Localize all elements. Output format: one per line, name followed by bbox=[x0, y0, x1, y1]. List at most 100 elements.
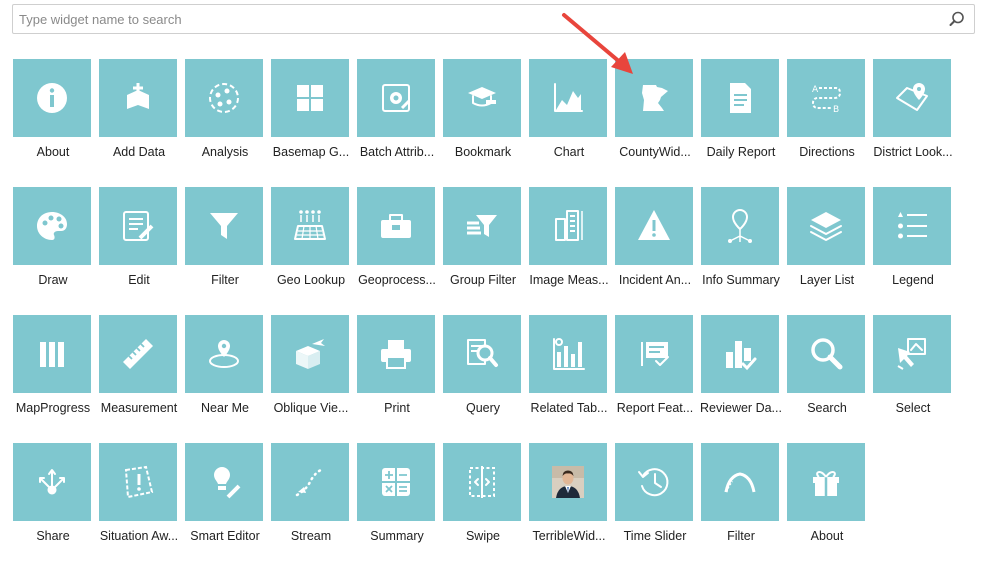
widget-tile-daily-report[interactable]: Daily Report bbox=[701, 59, 781, 181]
basemap-gallery-icon bbox=[297, 85, 323, 111]
widget-icon-box[interactable] bbox=[873, 187, 951, 265]
widget-icon-box[interactable] bbox=[357, 187, 435, 265]
widget-icon-box[interactable] bbox=[873, 315, 951, 393]
widget-tile-info-summary[interactable]: Info Summary bbox=[701, 187, 781, 309]
widget-label: About bbox=[36, 145, 70, 159]
widget-tile-analysis[interactable]: Analysis bbox=[185, 59, 265, 181]
widget-icon-box[interactable] bbox=[271, 59, 349, 137]
widget-tile-layer-list[interactable]: Layer List bbox=[787, 187, 867, 309]
widget-tile-smart-editor[interactable]: Smart Editor bbox=[185, 443, 265, 565]
widget-tile-district-look[interactable]: District Look... bbox=[873, 59, 953, 181]
widget-icon-box[interactable] bbox=[99, 59, 177, 137]
widget-tile-filter[interactable]: Filter bbox=[701, 443, 781, 565]
widget-icon-box[interactable] bbox=[13, 187, 91, 265]
widget-tile-edit[interactable]: Edit bbox=[99, 187, 179, 309]
widget-tile-image-meas[interactable]: Image Meas... bbox=[529, 187, 609, 309]
widget-tile-select[interactable]: Select bbox=[873, 315, 953, 437]
widget-icon-box[interactable] bbox=[529, 187, 607, 265]
widget-tile-mapprogress[interactable]: MapProgress bbox=[13, 315, 93, 437]
calculator-icon bbox=[382, 468, 410, 496]
widget-tile-measurement[interactable]: Measurement bbox=[99, 315, 179, 437]
widget-tile-related-tab[interactable]: Related Tab... bbox=[529, 315, 609, 437]
widget-icon-box[interactable] bbox=[701, 315, 779, 393]
widget-tile-situation-aw[interactable]: Situation Aw... bbox=[99, 443, 179, 565]
widget-tile-basemap-g[interactable]: Basemap G... bbox=[271, 59, 351, 181]
widget-icon-box[interactable] bbox=[701, 443, 779, 521]
widget-icon-box[interactable] bbox=[271, 315, 349, 393]
widget-icon-box[interactable] bbox=[787, 315, 865, 393]
widget-icon-box[interactable] bbox=[615, 59, 693, 137]
widget-icon-box[interactable] bbox=[615, 315, 693, 393]
widget-icon-box[interactable] bbox=[615, 187, 693, 265]
widget-tile-about[interactable]: About bbox=[787, 443, 867, 565]
widget-icon-box[interactable] bbox=[787, 443, 865, 521]
widget-icon-box[interactable] bbox=[357, 315, 435, 393]
widget-tile-reviewer-da[interactable]: Reviewer Da... bbox=[700, 315, 782, 437]
widget-icon-box[interactable] bbox=[185, 443, 263, 521]
widget-icon-box[interactable] bbox=[701, 187, 779, 265]
widget-tile-share[interactable]: Share bbox=[13, 443, 93, 565]
widget-tile-geo-lookup[interactable]: Geo Lookup bbox=[271, 187, 351, 309]
widget-tile-group-filter[interactable]: Group Filter bbox=[443, 187, 523, 309]
search-icon bbox=[811, 338, 843, 370]
widget-tile-chart[interactable]: Chart bbox=[529, 59, 609, 181]
widget-tile-incident-an[interactable]: Incident An... bbox=[615, 187, 695, 309]
widget-tile-report-feat[interactable]: Report Feat... bbox=[615, 315, 695, 437]
widget-tile-geoprocess[interactable]: Geoprocess... bbox=[357, 187, 437, 309]
widget-icon-box[interactable] bbox=[357, 443, 435, 521]
widget-tile-near-me[interactable]: Near Me bbox=[185, 315, 265, 437]
widget-search-input[interactable] bbox=[13, 5, 933, 33]
widget-icon-box[interactable] bbox=[787, 187, 865, 265]
widget-icon-box[interactable] bbox=[13, 315, 91, 393]
widget-tile-about[interactable]: About bbox=[13, 59, 93, 181]
widget-icon-box[interactable] bbox=[443, 443, 521, 521]
directions-icon: AB bbox=[811, 85, 842, 115]
widget-icon-box[interactable] bbox=[99, 443, 177, 521]
widget-tile-draw[interactable]: Draw bbox=[13, 187, 93, 309]
widget-icon-box[interactable]: AB bbox=[787, 59, 865, 137]
widget-icon-box[interactable] bbox=[529, 443, 607, 521]
widget-icon-box[interactable] bbox=[185, 59, 263, 137]
widget-tile-directions[interactable]: A B Directions bbox=[787, 59, 867, 181]
widget-tile-batch-attrib[interactable]: Batch Attrib... bbox=[357, 59, 437, 181]
widget-tile-summary[interactable]: Summary bbox=[357, 443, 437, 565]
svg-text:A: A bbox=[812, 85, 819, 95]
widget-label: Daily Report bbox=[706, 145, 776, 159]
widget-icon-box[interactable] bbox=[271, 443, 349, 521]
share-icon bbox=[39, 469, 65, 495]
widget-tile-countywid[interactable]: CountyWid... bbox=[615, 59, 695, 181]
search-icon[interactable] bbox=[948, 10, 966, 28]
widget-icon-box[interactable] bbox=[185, 315, 263, 393]
gift-icon bbox=[813, 470, 839, 496]
widget-tile-time-slider[interactable]: Time Slider bbox=[615, 443, 695, 565]
widget-icon-box[interactable] bbox=[443, 315, 521, 393]
widget-icon-box[interactable] bbox=[443, 187, 521, 265]
widget-icon-box[interactable] bbox=[99, 315, 177, 393]
widget-tile-legend[interactable]: Legend bbox=[873, 187, 953, 309]
widget-icon-box[interactable] bbox=[357, 59, 435, 137]
widget-icon-box[interactable] bbox=[185, 187, 263, 265]
widget-tile-bookmark[interactable]: Bookmark bbox=[443, 59, 523, 181]
widget-tile-filter[interactable]: Filter bbox=[185, 187, 265, 309]
widget-tile-swipe[interactable]: Swipe bbox=[443, 443, 523, 565]
widget-icon-box[interactable] bbox=[13, 443, 91, 521]
widget-tile-stream[interactable]: Stream bbox=[271, 443, 351, 565]
widget-icon-box[interactable] bbox=[615, 443, 693, 521]
widget-tile-print[interactable]: Print bbox=[357, 315, 437, 437]
widget-tile-search[interactable]: Search bbox=[787, 315, 867, 437]
widget-tile-terriblewid[interactable]: TerribleWid... bbox=[529, 443, 609, 565]
widget-icon-box[interactable] bbox=[271, 187, 349, 265]
widget-icon-box[interactable] bbox=[443, 59, 521, 137]
widget-icon-box[interactable] bbox=[99, 187, 177, 265]
widget-tile-query[interactable]: Query bbox=[443, 315, 523, 437]
widget-icon-box[interactable] bbox=[13, 59, 91, 137]
widget-tile-oblique-vie[interactable]: Oblique Vie... bbox=[271, 315, 351, 437]
widget-label: Directions bbox=[799, 145, 855, 159]
geo-lookup-icon bbox=[294, 210, 326, 240]
widget-icon-box[interactable] bbox=[529, 59, 607, 137]
widget-icon-box[interactable] bbox=[873, 59, 951, 137]
widget-icon-box[interactable] bbox=[529, 315, 607, 393]
widget-icon-box[interactable] bbox=[701, 59, 779, 137]
widget-tile-add-data[interactable]: Add Data bbox=[99, 59, 179, 181]
widget-label: Batch Attrib... bbox=[359, 145, 435, 159]
